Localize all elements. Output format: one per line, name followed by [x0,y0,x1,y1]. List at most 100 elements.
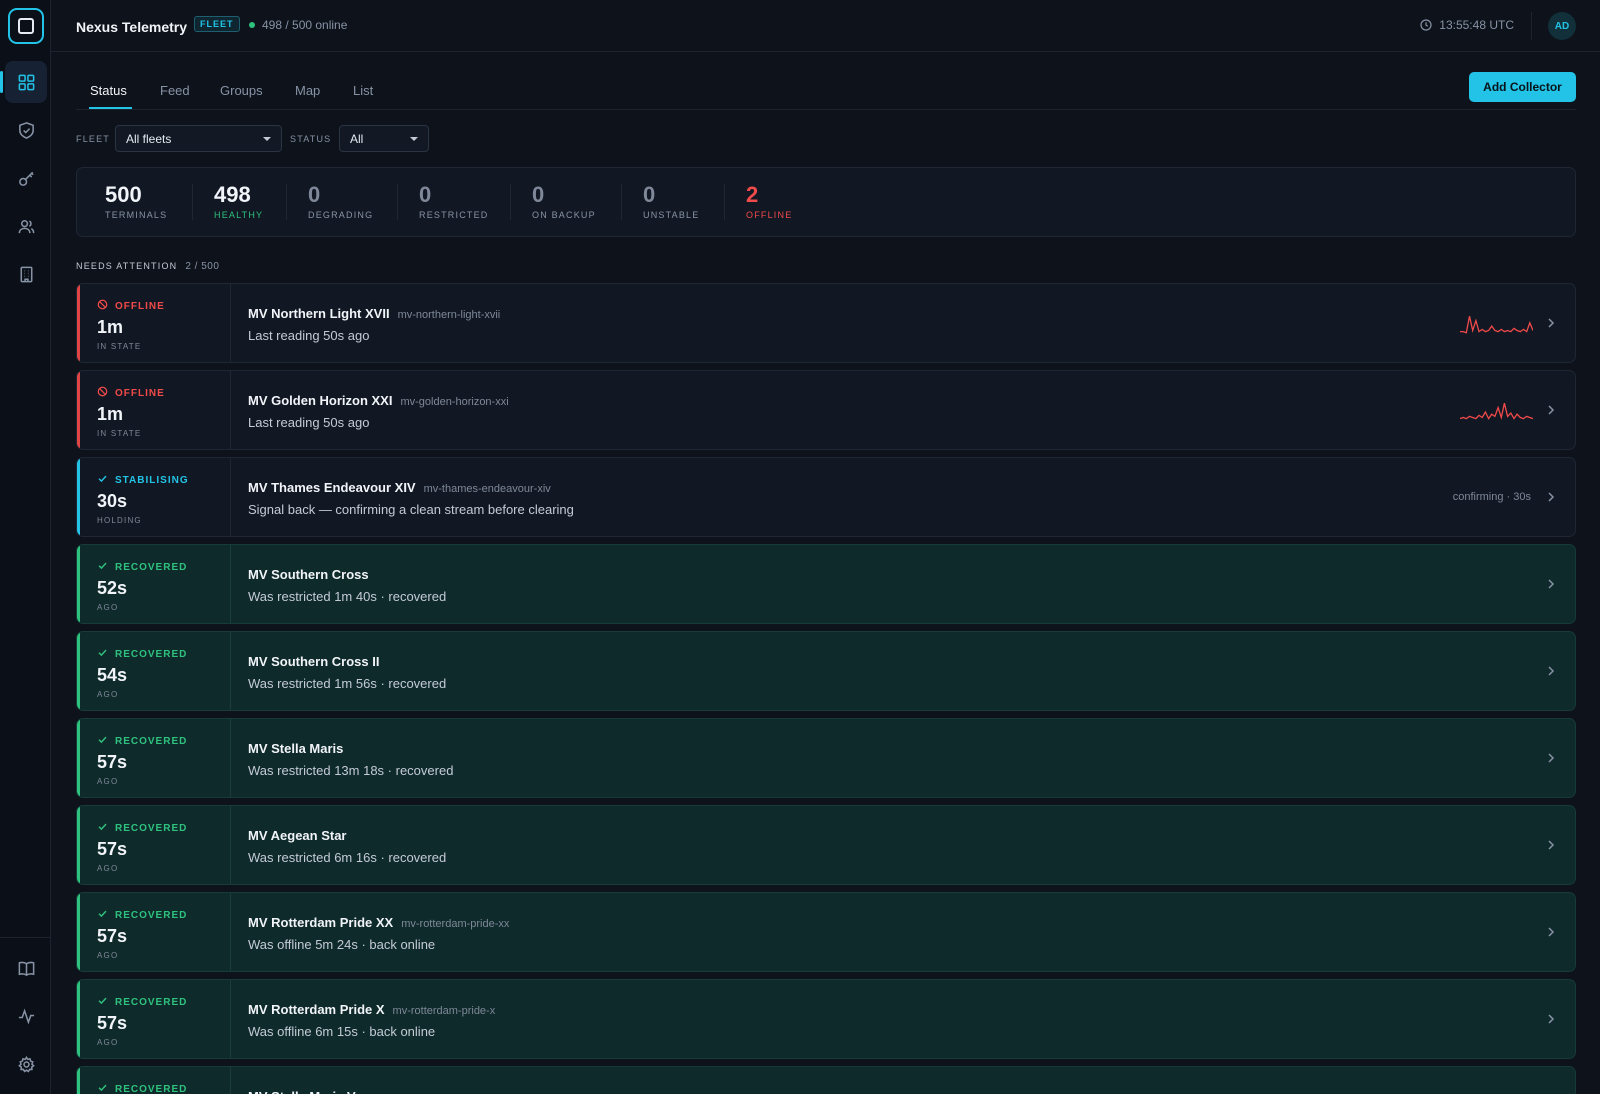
vessel-detail: Was restricted 1m 40s · recovered [248,589,447,604]
nav-shield-check-icon[interactable] [5,109,47,151]
stat-terminals: 500 TERMINALS [105,182,167,220]
vessel-id: mv-rotterdam-pride-xx [401,918,510,930]
vessel-name: MV Rotterdam Pride X [248,1002,385,1017]
vessel-name-line: MV Southern Cross II [248,654,379,669]
status-select-value: All [350,132,364,146]
app-title: Nexus Telemetry [76,19,188,35]
vessel-name-line: MV Aegean Star [248,828,347,843]
needs-attention-count: 2 / 500 [185,261,220,272]
online-count: 498 / 500 online [262,18,348,32]
nav-users-icon[interactable] [5,205,47,247]
stat-value: 498 [214,182,251,207]
status-badge: RECOVERED [97,821,187,835]
state-cell: STABILISING 30s HOLDING [77,458,231,536]
vessel-row[interactable]: OFFLINE 1m IN STATE MV Northern Light XVII m… [76,283,1576,363]
vessel-row[interactable]: RECOVERED 57s AGO MV Rotterdam Pride X mv-ro… [76,979,1576,1059]
app-logo-icon[interactable] [8,8,44,44]
tab-groups[interactable]: Groups [220,83,263,98]
status-badge: RECOVERED [97,560,187,574]
vessel-name: MV Southern Cross II [248,654,380,669]
chevron-right-icon[interactable] [1547,317,1555,329]
chevron-right-icon[interactable] [1547,926,1555,938]
stat-divider [621,184,622,220]
state-duration-label: AGO [97,777,119,786]
status-badge: RECOVERED [97,995,187,1009]
state-duration: 52s [97,578,128,598]
stat-label: RESTRICTED [419,210,489,220]
chevron-right-icon[interactable] [1547,491,1555,503]
status-label: STABILISING [115,474,189,486]
status-label: RECOVERED [115,909,188,921]
state-duration: 57s [97,839,128,859]
nav-key-icon[interactable] [5,157,47,199]
vessel-name-line: MV Northern Light XVII mv-northern-light-… [248,306,500,321]
status-select[interactable]: All [339,125,429,152]
vessel-name: MV Southern Cross [248,567,369,582]
state-cell: RECOVERED 57s AGO [77,719,231,797]
tab-bar: Status Feed Groups Map List [76,72,1576,110]
sparkline-path [1460,316,1533,334]
avatar[interactable]: AD [1548,12,1576,40]
vessel-detail: Signal back — confirming a clean stream … [248,502,574,517]
vessel-name-line: MV Rotterdam Pride X mv-rotterdam-pride-x [248,1002,495,1017]
checkmark-icon [97,560,108,574]
nav-gear-icon[interactable] [5,1043,47,1085]
chevron-right-icon[interactable] [1547,665,1555,677]
clock: 13:55:48 UTC [1420,18,1514,32]
stat-label: HEALTHY [214,210,264,220]
state-duration: 57s [97,1013,128,1033]
tab-list[interactable]: List [353,83,373,98]
chevron-right-icon[interactable] [1547,839,1555,851]
checkmark-icon [97,908,108,922]
sidebar-divider [0,937,50,938]
state-cell: RECOVERED 52s AGO [77,545,231,623]
state-duration: 1m [97,404,124,424]
stat-divider [724,184,725,220]
state-duration-label: IN STATE [97,429,142,438]
vessel-row[interactable]: RECOVERED 57s AGO MV Aegean Star Was restric… [76,805,1576,885]
stat-label: DEGRADING [308,210,374,220]
checkmark-icon [97,473,108,487]
vessel-name-line: MV Stella Maris [248,741,343,756]
confirming-status: confirming · 30s [1452,491,1531,503]
nav-dashboard-grid-icon[interactable] [0,61,47,103]
chevron-right-icon[interactable] [1547,752,1555,764]
chevron-right-icon[interactable] [1547,578,1555,590]
fleet-select[interactable]: All fleets [115,125,282,152]
vessel-id: mv-northern-light-xvii [397,309,501,321]
vessel-row[interactable]: RECOVERED 57s AGO MV Stella Maris Was restri… [76,718,1576,798]
stat-value: 0 [308,182,321,207]
checkmark-icon [97,734,108,748]
status-badge: RECOVERED [97,734,187,748]
nav-book-icon[interactable] [5,947,47,989]
vessel-row[interactable]: STABILISING 30s HOLDING MV Thames Endeavour… [76,457,1576,537]
state-cell: RECOVERED [77,1067,231,1094]
vessel-detail: Was restricted 13m 18s · recovered [248,763,454,778]
nav-activity-pulse-icon[interactable] [5,995,47,1037]
vessel-row[interactable]: OFFLINE 1m IN STATE MV Golden Horizon XXI mv… [76,370,1576,450]
add-collector-button[interactable]: Add Collector [1469,72,1576,102]
tab-feed[interactable]: Feed [160,83,190,98]
vessel-detail: Was restricted 6m 16s · recovered [248,850,447,865]
checkmark-icon [97,1082,108,1094]
chevron-right-icon[interactable] [1547,404,1555,416]
vessel-row[interactable]: RECOVERED 54s AGO MV Southern Cross II Was r… [76,631,1576,711]
status-badge: RECOVERED [97,908,187,922]
chevron-right-icon[interactable] [1547,1013,1555,1025]
tab-status[interactable]: Status [90,83,127,98]
vessel-row[interactable]: RECOVERED MV Stella Maris V [76,1066,1576,1094]
stat-label: ON BACKUP [532,210,596,220]
chevron-down-icon [410,137,418,141]
stat-value: 2 [746,182,759,207]
stats-panel: 500 TERMINALS 498 HEALTHY 0 DEGRADING 0 … [76,167,1576,237]
vessel-row[interactable]: RECOVERED 52s AGO MV Southern Cross Was rest… [76,544,1576,624]
active-tab-indicator [89,107,132,109]
status-badge: OFFLINE [97,386,165,400]
state-cell: OFFLINE 1m IN STATE [77,284,231,362]
needs-attention-heading: NEEDS ATTENTION 2 / 500 [76,261,219,272]
vessel-row[interactable]: RECOVERED 57s AGO MV Rotterdam Pride XX mv-r… [76,892,1576,972]
vessel-detail: Last reading 50s ago [248,328,370,343]
tab-map[interactable]: Map [295,83,320,98]
vessel-detail: Was restricted 1m 56s · recovered [248,676,447,691]
nav-building-icon[interactable] [5,253,47,295]
